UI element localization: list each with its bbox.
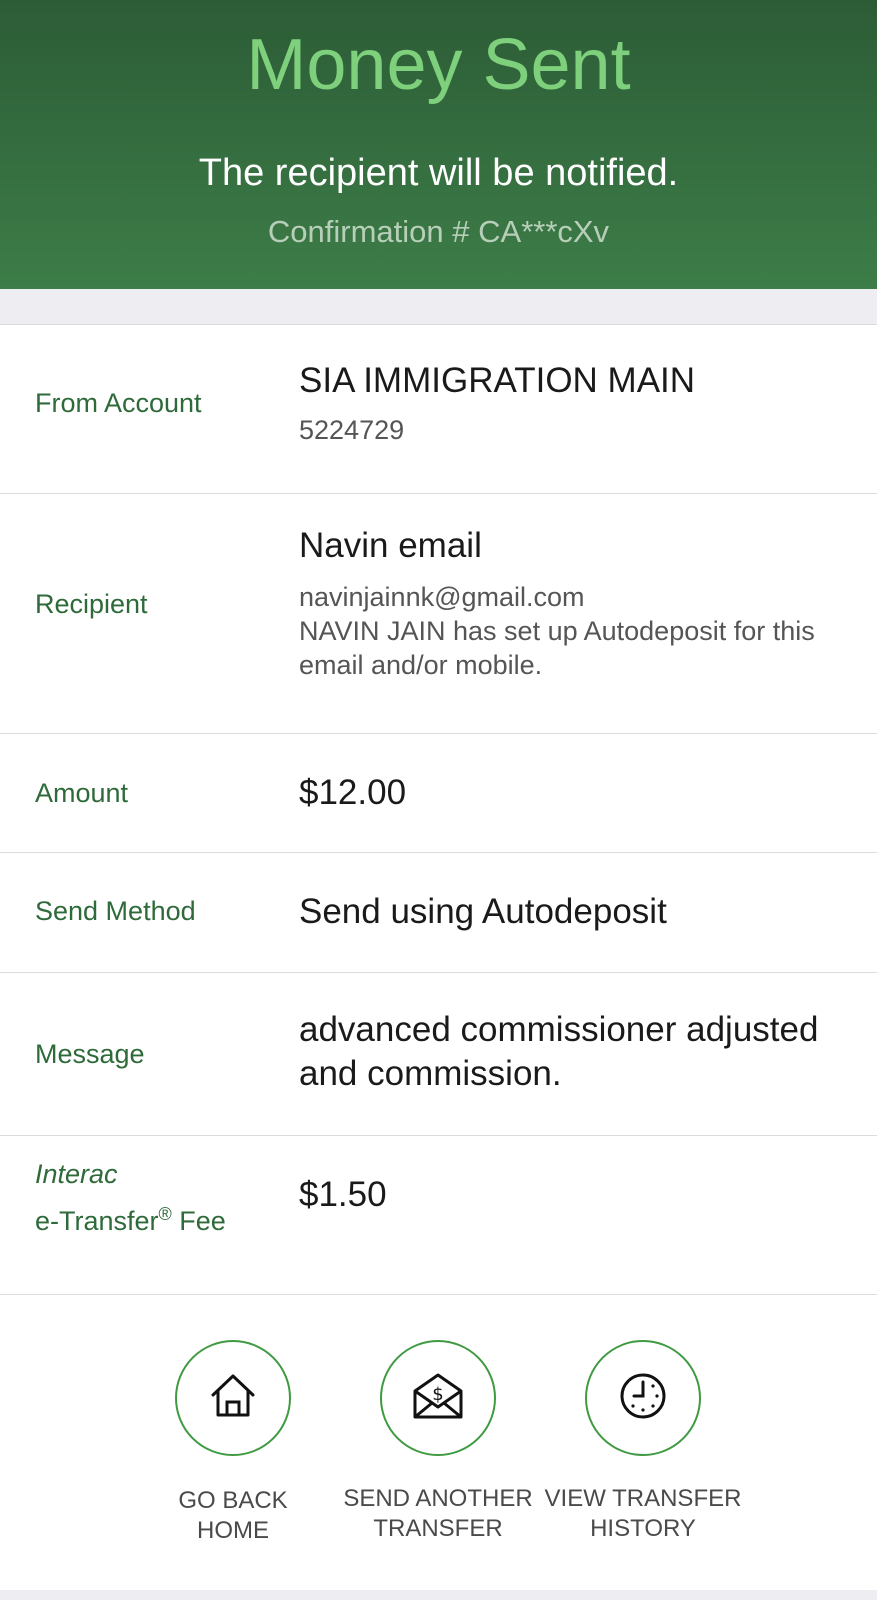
fee-label-interac: Interac — [35, 1159, 118, 1189]
page-title: Money Sent — [246, 25, 631, 105]
from-account-label: From Account — [35, 388, 202, 418]
fee-label-fee: Fee — [171, 1206, 226, 1236]
fee-row: Interac e-Transfer® Fee $1.50 — [0, 1136, 877, 1295]
send-another-transfer-button[interactable]: $ — [380, 1340, 496, 1456]
confirmation-number: Confirmation # CA***cXv — [267, 214, 610, 249]
go-back-home-button[interactable] — [175, 1340, 291, 1456]
recipient-label: Recipient — [35, 589, 148, 619]
action-buttons: GO BACK HOME $ SEND ANOTHER TRANSFER VIE… — [0, 1295, 877, 1590]
fee-label: Interac e-Transfer® Fee — [35, 1154, 226, 1241]
autodeposit-note: NAVIN JAIN has set up Autodeposit for th… — [299, 616, 815, 680]
section-divider — [0, 289, 877, 325]
account-name: SIA IMMIGRATION MAIN — [299, 361, 696, 400]
send-method-label: Send Method — [35, 896, 196, 926]
recipient-name: Navin email — [299, 526, 482, 565]
recipient-value: Navin email navinjainnk@gmail.com NAVIN … — [299, 524, 854, 682]
clock-icon — [617, 1370, 669, 1427]
fee-label-etransfer: e-Transfer — [35, 1206, 159, 1236]
go-back-home-action[interactable]: GO BACK HOME — [133, 1340, 333, 1546]
notification-text: The recipient will be notified. — [198, 152, 679, 194]
from-account-value: SIA IMMIGRATION MAIN 5224729 — [299, 359, 854, 447]
send-another-transfer-label: SEND ANOTHER TRANSFER — [343, 1485, 533, 1542]
amount-value: $12.00 — [299, 773, 407, 812]
home-icon — [207, 1370, 259, 1427]
fee-label-line2: e-Transfer® Fee — [35, 1194, 226, 1241]
confirmation-header: Money Sent The recipient will be notifie… — [0, 0, 877, 289]
from-account-row: From Account SIA IMMIGRATION MAIN 522472… — [0, 325, 877, 494]
footer-divider — [0, 1590, 877, 1600]
registered-mark: ® — [158, 1204, 172, 1224]
send-method-value: Send using Autodeposit — [299, 892, 667, 931]
account-number: 5224729 — [299, 415, 405, 445]
go-back-home-label: GO BACK HOME — [178, 1487, 288, 1544]
send-another-transfer-action[interactable]: $ SEND ANOTHER TRANSFER — [338, 1340, 538, 1544]
message-label: Message — [35, 1039, 145, 1069]
message-value: advanced commissioner adjusted and commi… — [299, 1010, 819, 1093]
send-method-row: Send Method Send using Autodeposit — [0, 853, 877, 973]
message-row: Message advanced commissioner adjusted a… — [0, 973, 877, 1136]
recipient-email: navinjainnk@gmail.com — [299, 582, 585, 612]
view-transfer-history-label: VIEW TRANSFER HISTORY — [544, 1485, 742, 1542]
amount-row: Amount $12.00 — [0, 734, 877, 853]
svg-text:$: $ — [432, 1384, 443, 1405]
fee-value: $1.50 — [299, 1175, 387, 1214]
recipient-row: Recipient Navin email navinjainnk@gmail.… — [0, 494, 877, 734]
view-transfer-history-button[interactable] — [585, 1340, 701, 1456]
view-transfer-history-action[interactable]: VIEW TRANSFER HISTORY — [543, 1340, 743, 1544]
amount-label: Amount — [35, 778, 129, 808]
envelope-dollar-icon: $ — [411, 1369, 465, 1428]
